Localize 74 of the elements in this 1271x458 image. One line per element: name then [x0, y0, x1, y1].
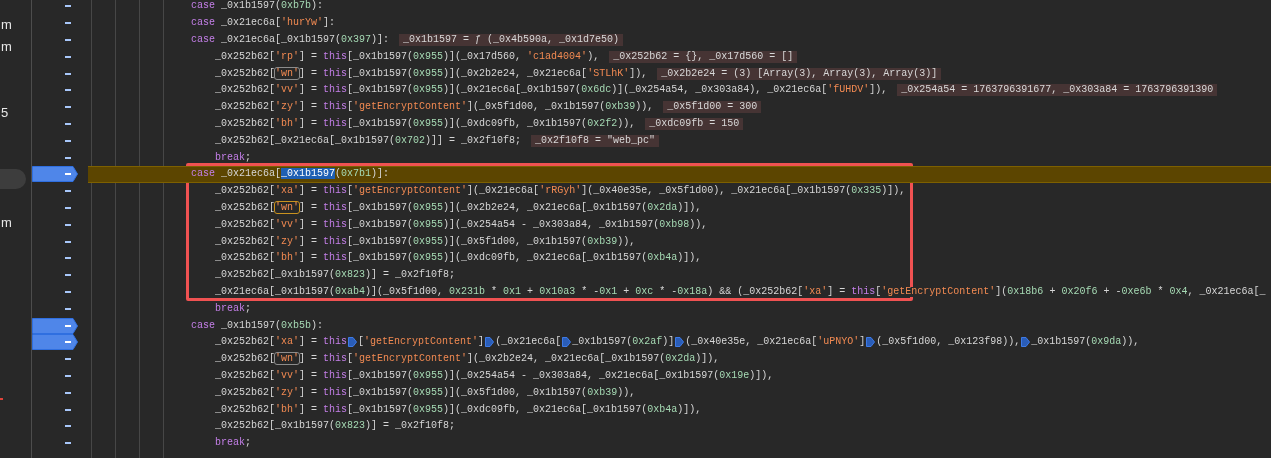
code-text: _0x1b1597(0x9da)), [1031, 337, 1140, 348]
dash-icon [65, 358, 71, 361]
dash-icon [65, 55, 71, 58]
sidebar-item[interactable]: m [1, 40, 12, 54]
dash-icon [65, 290, 71, 293]
dash-icon [65, 374, 71, 377]
code-text: _0x252b62['wn'] = this[_0x1b1597(0x955)](_0x2b2e24, _0x21ec6a[_0x1b1597(0x2da)]), [215, 202, 702, 213]
code-text: _0x252b62['zy'] = this['getEncryptContent'](_0x5f1d00, _0x1b1597(0xb39)), [215, 102, 654, 113]
dash-icon [65, 173, 71, 176]
code-text: break; [215, 303, 252, 314]
code-text: _0x1b1597(0x2af)] [572, 337, 675, 348]
dash-icon [65, 206, 71, 209]
dash-icon [65, 257, 71, 260]
dash-icon [65, 425, 71, 428]
code-text: _0x252b62[_0x1b1597(0x823)] = _0x2f10f8; [215, 421, 456, 432]
breakpoint-marker[interactable] [32, 334, 78, 351]
code-text: _0x252b62[_0x1b1597(0x823)] = _0x2f10f8; [215, 270, 456, 281]
code-text: ['getEncryptContent'] [358, 337, 485, 348]
inline-value: _0x252b62 = {}, _0x17d560 = [] [609, 50, 798, 63]
code-text: _0x252b62['zy'] = this[_0x1b1597(0x955)](_0x5f1d00, _0x1b1597(0xb39)), [215, 236, 636, 247]
dash-icon [65, 39, 71, 41]
dash-icon [65, 156, 71, 159]
dash-icon [65, 5, 71, 8]
inline-value: _0x254a54 = 1763796391677, _0x303a84 = 1763796391390 [897, 84, 1218, 97]
dash-icon [65, 72, 71, 75]
code-text: _0x252b62[_0x21ec6a[_0x1b1597(0x702)]] = _0x2f10f8; [215, 135, 522, 146]
sidebar-item[interactable]: m [1, 18, 12, 32]
dash-icon [65, 391, 71, 394]
dash-icon [65, 274, 71, 277]
code-text: _0x252b62['zy'] = this[_0x1b1597(0x955)](_0x5f1d00, _0x1b1597(0xb39)), [215, 387, 636, 398]
dash-icon [65, 190, 71, 193]
code-text: _0x21ec6a[_0x1b1597(0xab4)](_0x5f1d00, 0x231b * 0x1 + 0x10a3 * -0x1 + 0xc * -0x18a) && (_0x252b62['xa'] = this['getEncryptContent'](0x18b6 + 0x20f6 + -0xe6b * 0x4, _0x21ec6a[_ [215, 286, 1266, 297]
dash-icon [65, 22, 71, 25]
dash-icon [65, 408, 71, 411]
error-mark [0, 398, 3, 400]
code-text: _0x252b62['vv'] = this[_0x1b1597(0x955)](_0x254a54 - _0x303a84, _0x21ec6a[_0x1b1597(0x19e)]), [215, 370, 774, 381]
code-text: case _0x21ec6a[_0x1b1597(0x397)]: [191, 35, 390, 45]
inline-value: _0x5f1d00 = 300 [663, 101, 762, 114]
code-text: _0x252b62['wn'] = this['getEncryptContent'](_0x2b2e24, _0x21ec6a[_0x1b1597(0x2da)]), [215, 354, 720, 365]
code-text: break; [215, 438, 252, 449]
code-text: _0x252b62['rp'] = this[_0x1b1597(0x955)](_0x17d560, 'c1ad4004'), [215, 51, 600, 62]
dash-icon [65, 240, 71, 243]
code-text: _0x252b62['bh'] = this[_0x1b1597(0x955)](_0xdc09fb, _0x21ec6a[_0x1b1597(0xb4a)]), [215, 404, 702, 415]
code-text: break; [215, 152, 252, 163]
dash-icon [65, 139, 71, 142]
code-text: (_0x21ec6a[ [495, 337, 562, 348]
inline-value: _0x2b2e24 = (3) [Array(3), Array(3), Array(3)] [657, 67, 942, 80]
code-text: case _0x21ec6a['hurYw']: [191, 18, 336, 29]
code-text: _0x252b62['bh'] = this[_0x1b1597(0x955)](_0xdc09fb, _0x1b1597(0x2f2)), [215, 118, 636, 129]
sidebar-item[interactable]: m [1, 216, 12, 230]
breakpoint-marker[interactable] [32, 317, 78, 334]
dash-icon [65, 324, 71, 327]
dash-icon [65, 307, 71, 310]
code-text: _0x252b62['xa'] = this['getEncryptContent'](_0x21ec6a['rRGyh'](_0x40e35e, _0x5f1d00), _0x21ec6a[_0x1b1597(0x335)]), [215, 186, 906, 197]
code-text: _0x252b62['bh'] = this[_0x1b1597(0x955)](_0xdc09fb, _0x21ec6a[_0x1b1597(0xb4a)]), [215, 253, 702, 264]
dash-icon [65, 341, 71, 344]
dash-icon [65, 442, 71, 445]
code-text: (_0x40e35e, _0x21ec6a['uPNYO'] [685, 337, 866, 348]
breakpoint-marker[interactable] [32, 166, 78, 183]
inline-value: _0x2f10f8 = "web_pc" [531, 134, 660, 147]
inline-value: _0x1b1597 = ƒ (_0x4b590a, _0x1d7e50) [399, 34, 624, 46]
code-text: _0x252b62['vv'] = this[_0x1b1597(0x955)](_0x21ec6a[_0x1b1597(0x6dc)](_0x254a54, _0x303a84), _0x21ec6a['fUHDV']), [215, 85, 888, 96]
dash-icon [65, 106, 71, 109]
sidebar-item[interactable]: 5 [1, 106, 9, 120]
dash-icon [65, 223, 71, 226]
dash-icon [65, 122, 71, 125]
code-text: _0x252b62['vv'] = this[_0x1b1597(0x955)](_0x254a54 - _0x303a84, _0x1b1597(0xb98)), [215, 219, 708, 230]
code-text: case _0x1b1597(0xb7b): [191, 1, 324, 12]
dash-icon [65, 89, 71, 92]
code-text: (_0x5f1d00, _0x123f98)), [876, 337, 1021, 348]
code-text: case _0x1b1597(0xb5b): [191, 320, 324, 331]
code-text: _0x252b62['wn'] = this[_0x1b1597(0x955)](_0x2b2e24, _0x21ec6a['STLhK']), [215, 68, 648, 79]
code-text: _0x252b62['xa'] = this [215, 337, 348, 348]
inline-value: _0xdc09fb = 150 [645, 117, 744, 130]
